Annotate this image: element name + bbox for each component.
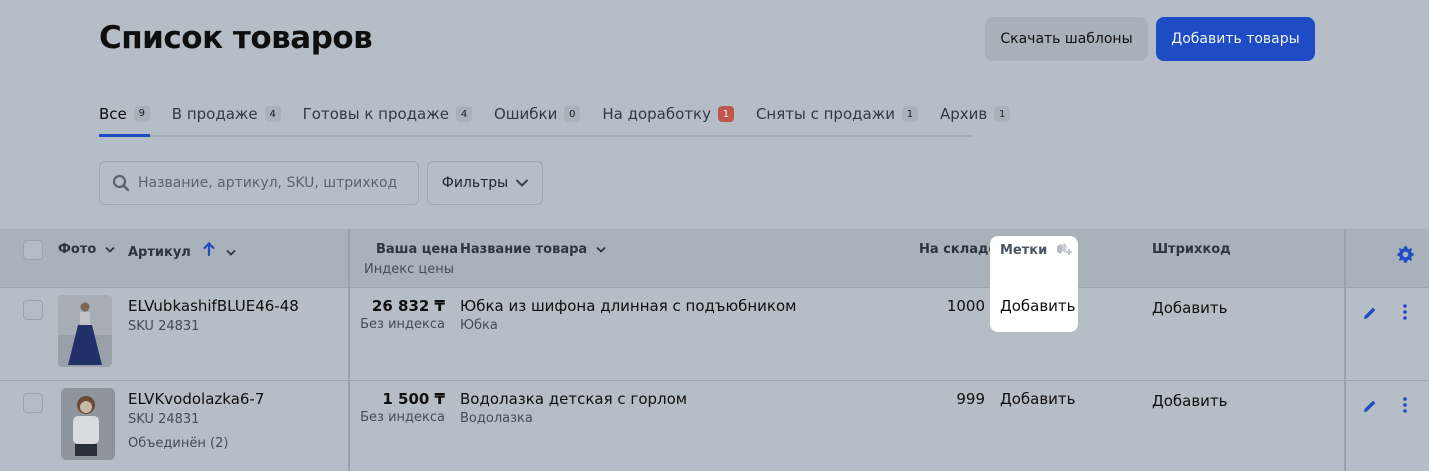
gear-icon[interactable] bbox=[1396, 245, 1415, 264]
add-barcode-link[interactable]: Добавить bbox=[1152, 392, 1228, 410]
products-table: Фото Артикул Ваша цена Индекс цены Назва… bbox=[0, 229, 1429, 471]
table-row[interactable]: ELVKvodolazka6-7 SKU 24831 Объединён (2)… bbox=[0, 381, 1429, 471]
tab-count-badge: 1 bbox=[901, 106, 918, 122]
tab-removed[interactable]: Сняты с продажи 1 bbox=[756, 95, 918, 133]
tab-archive[interactable]: Архив 1 bbox=[939, 95, 1011, 133]
search-input[interactable] bbox=[138, 175, 418, 191]
chevron-down-icon bbox=[516, 179, 529, 187]
product-article[interactable]: ELVubkashifBLUE46-48 bbox=[128, 297, 299, 315]
price-index: Без индекса bbox=[360, 410, 445, 425]
tab-alert-badge: 1 bbox=[717, 106, 734, 122]
add-barcode-link[interactable]: Добавить bbox=[1152, 299, 1228, 317]
select-all-checkbox[interactable] bbox=[23, 240, 43, 260]
search-icon bbox=[112, 174, 130, 192]
product-price[interactable]: 26 832 ₸ bbox=[372, 297, 445, 315]
tab-label: Архив bbox=[939, 105, 988, 123]
chevron-down-icon bbox=[105, 246, 115, 253]
col-photo-label: Фото bbox=[58, 242, 97, 257]
col-name-label: Название товара bbox=[460, 242, 588, 257]
filters-label: Фильтры bbox=[441, 175, 509, 191]
chevron-down-icon bbox=[596, 246, 606, 253]
tab-count-badge: 1 bbox=[994, 106, 1011, 122]
row-checkbox[interactable] bbox=[23, 393, 43, 413]
add-products-button[interactable]: Добавить товары bbox=[1156, 17, 1315, 61]
col-price: Ваша цена bbox=[376, 242, 458, 257]
tab-count-badge: 9 bbox=[133, 105, 150, 122]
product-stock: 1000 bbox=[946, 297, 985, 315]
product-article[interactable]: ELVKvodolazka6-7 bbox=[128, 390, 264, 408]
col-stock: На складе bbox=[919, 242, 998, 257]
product-sku: SKU 24831 bbox=[128, 319, 200, 334]
page-title: Список товаров bbox=[99, 20, 373, 56]
tab-label: Сняты с продажи bbox=[755, 105, 895, 123]
price-index: Без индекса bbox=[360, 317, 445, 332]
product-sku: SKU 24831 bbox=[128, 412, 200, 427]
col-photo[interactable]: Фото bbox=[58, 242, 115, 257]
turtleneck-photo-image bbox=[61, 388, 111, 460]
tab-label: На доработку bbox=[602, 105, 711, 123]
add-tag-link[interactable]: Добавить bbox=[1000, 390, 1076, 408]
tab-label: В продаже bbox=[171, 105, 258, 123]
more-vertical-icon[interactable] bbox=[1402, 396, 1408, 414]
row-checkbox[interactable] bbox=[23, 300, 43, 320]
tab-count-badge: 4 bbox=[456, 106, 472, 122]
product-category: Водолазка bbox=[460, 411, 533, 426]
table-header: Фото Артикул Ваша цена Индекс цены Назва… bbox=[0, 229, 1429, 288]
merged-link[interactable]: Объединён (2) bbox=[128, 436, 228, 451]
tab-on-sale[interactable]: В продаже 4 bbox=[172, 95, 281, 133]
column-divider bbox=[348, 229, 350, 471]
status-tabs: Все 9 В продаже 4 Готовы к продаже 4 Оши… bbox=[99, 95, 1011, 137]
table-row[interactable]: ELVubkashifBLUE46-48 SKU 24831 26 832 ₸ … bbox=[0, 288, 1429, 381]
column-divider bbox=[1344, 229, 1346, 471]
product-name[interactable]: Юбка из шифона длинная с подъюбником bbox=[460, 297, 796, 315]
download-templates-button[interactable]: Скачать шаблоны bbox=[985, 17, 1148, 61]
tags-spotlight: Метки Добавить bbox=[990, 236, 1078, 332]
tab-errors[interactable]: Ошибки 0 bbox=[494, 95, 581, 133]
product-name[interactable]: Водолазка детская с горлом bbox=[460, 390, 687, 408]
col-article-label: Артикул bbox=[128, 245, 191, 260]
filters-button[interactable]: Фильтры bbox=[427, 161, 543, 205]
tab-count-badge: 4 bbox=[264, 106, 281, 122]
product-category: Юбка bbox=[460, 318, 498, 333]
col-price-index: Индекс цены bbox=[364, 262, 454, 277]
tab-label: Готовы к продаже bbox=[302, 105, 449, 123]
pencil-icon[interactable] bbox=[1362, 305, 1378, 321]
col-name[interactable]: Название товара bbox=[460, 242, 606, 257]
product-price[interactable]: 1 500 ₸ bbox=[382, 390, 445, 408]
sort-arrow-up-icon[interactable] bbox=[203, 241, 215, 257]
col-tags-label: Метки bbox=[1000, 243, 1048, 258]
tab-ready[interactable]: Готовы к продаже 4 bbox=[303, 95, 472, 133]
tab-label: Ошибки bbox=[494, 105, 558, 123]
tab-label: Все bbox=[99, 104, 127, 123]
chevron-down-icon bbox=[226, 249, 236, 256]
product-photo[interactable] bbox=[58, 295, 112, 367]
product-photo[interactable] bbox=[61, 388, 115, 460]
product-stock: 999 bbox=[956, 390, 985, 408]
col-tags: Метки bbox=[1000, 242, 1072, 258]
col-barcode: Штрихкод bbox=[1152, 242, 1231, 257]
col-article[interactable]: Артикул bbox=[128, 241, 236, 260]
tag-sparkle-icon bbox=[1056, 243, 1072, 255]
more-vertical-icon[interactable] bbox=[1402, 303, 1408, 321]
pencil-icon[interactable] bbox=[1362, 398, 1378, 414]
search-box bbox=[99, 161, 419, 205]
tab-count-badge: 0 bbox=[564, 106, 581, 122]
tab-all[interactable]: Все 9 bbox=[99, 95, 150, 137]
add-tag-link[interactable]: Добавить bbox=[1000, 297, 1076, 315]
tab-rework[interactable]: На доработку 1 bbox=[602, 95, 734, 133]
skirt-photo-image bbox=[58, 295, 112, 367]
